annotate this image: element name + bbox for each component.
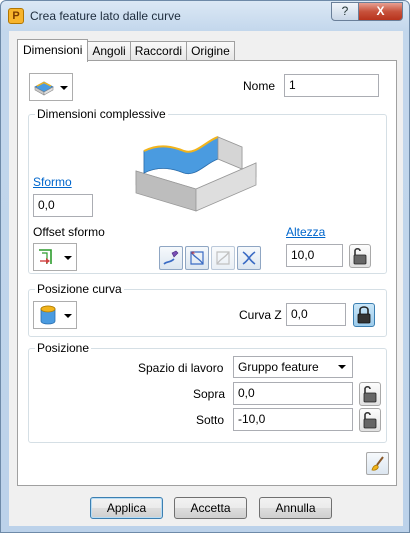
offset-sformo-label: Offset sformo [33,225,105,239]
name-label: Nome [243,79,276,93]
curva-z-label: Curva Z [239,308,282,322]
close-button[interactable]: X [358,2,403,21]
dialog-client: Dimensioni Angoli Raccordi Origine Nome … [9,31,403,526]
dimensioni-group: Dimensioni complessive Sformo 0,0 Offset… [28,107,387,274]
svg-text:*: * [191,250,195,259]
side-feature-preview-image [135,136,257,212]
sotto-lock-button[interactable] [359,408,381,432]
chevron-down-icon [60,86,68,90]
unlock-icon [363,385,377,403]
posizione-group: Posizione Spazio di lavoro Gruppo featur… [28,341,387,443]
curva-z-field[interactable]: 0,0 [286,303,346,326]
chevron-down-icon [64,256,72,260]
apply-button[interactable]: Applica [90,497,163,519]
cancel-button[interactable]: Annulla [259,497,332,519]
sopra-label: Sopra [193,387,226,401]
dimensioni-group-title: Dimensioni complessive [35,107,168,121]
offset-sformo-icon [39,249,52,264]
tab-angoli[interactable]: Angoli [87,41,131,62]
feature-type-icon [34,81,54,96]
reverse-curve-button[interactable] [211,246,235,270]
select-curve-button[interactable]: * [185,246,209,270]
help-button[interactable]: ? [331,2,359,21]
spazio-lavoro-value: Gruppo feature [238,360,319,374]
sotto-label: Sotto [196,413,225,427]
cylinder-icon [40,305,56,325]
altezza-lock-button[interactable] [349,244,371,268]
tab-panel-dimensioni: Nome 1 Dimensioni complessive Sformo 0,0… [17,60,397,486]
curve-delete-icon [242,251,256,265]
app-icon: P [8,8,24,24]
tab-raccordi[interactable]: Raccordi [129,41,188,62]
pencil-icon [163,250,179,265]
curve-reverse-icon [216,251,230,265]
chevron-down-icon [338,365,346,369]
altezza-field[interactable]: 10,0 [286,244,343,267]
lock-icon [357,306,371,324]
posizione-curva-group: Posizione curva Curva Z 0,0 [28,282,387,337]
tab-strip: Dimensioni Angoli Raccordi Origine [17,39,235,62]
spazio-lavoro-select[interactable]: Gruppo feature [233,356,353,378]
posizione-title: Posizione [35,341,92,355]
curve-position-combo[interactable] [33,301,77,329]
window-title: Crea feature lato dalle curve [30,9,181,23]
spazio-lavoro-label: Spazio di lavoro [138,361,224,375]
delete-curve-button[interactable] [237,246,261,270]
curve-select-icon: * [190,250,204,265]
posizione-curva-title: Posizione curva [35,282,124,296]
accept-button[interactable]: Accetta [174,497,247,519]
curva-z-lock-button[interactable] [353,303,375,327]
name-field[interactable]: 1 [284,74,379,97]
sformo-field[interactable]: 0,0 [33,194,93,217]
feature-type-combo[interactable] [29,73,73,101]
brush-icon [371,456,384,471]
tab-origine[interactable]: Origine [186,41,235,62]
dialog-window: P Crea feature lato dalle curve ? X Dime… [0,0,410,533]
sformo-link[interactable]: Sformo [33,175,72,189]
offset-sformo-combo[interactable] [33,243,77,271]
reset-button[interactable] [366,452,389,475]
unlock-icon [363,411,377,429]
chevron-down-icon [64,314,72,318]
tab-dimensioni[interactable]: Dimensioni [17,39,89,62]
sotto-field[interactable]: -10,0 [233,408,353,431]
sopra-field[interactable]: 0,0 [233,382,353,405]
altezza-link[interactable]: Altezza [286,225,325,239]
unlock-icon [353,247,367,265]
title-bar[interactable]: P Crea feature lato dalle curve ? X [1,1,409,31]
edit-curve-button[interactable] [159,246,183,270]
sopra-lock-button[interactable] [359,382,381,406]
